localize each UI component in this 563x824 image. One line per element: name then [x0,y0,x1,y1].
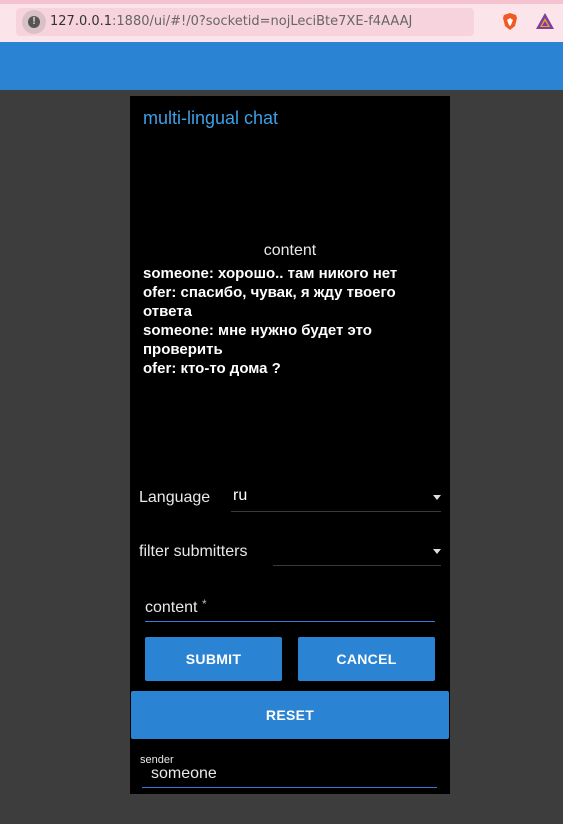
cancel-label: CANCEL [336,651,397,667]
browser-tab-strip [0,0,563,4]
site-info-icon[interactable]: ! [22,10,46,34]
sender-value: someone [151,765,217,782]
url-host: 127.0.0.1 [50,14,113,29]
url-text[interactable]: 127.0.0.1:1880/ui/#!/0?socketid=nojLeciB… [50,14,412,29]
language-select[interactable]: ru [231,484,441,512]
chat-message: someone: мне нужно будет это проверить [143,322,372,358]
submit-button[interactable]: SUBMIT [145,637,282,681]
extension-triangle-icon[interactable] [535,12,555,30]
sender-field[interactable]: someone [142,764,437,788]
browser-toolbar: ! 127.0.0.1:1880/ui/#!/0?socketid=nojLec… [0,0,563,42]
chevron-down-icon [433,549,441,554]
cancel-button[interactable]: CANCEL [298,637,435,681]
brave-shield-icon[interactable] [501,12,519,31]
submit-label: SUBMIT [185,651,242,667]
app-header-bar [0,42,563,90]
chevron-down-icon [433,495,441,500]
language-value: ru [233,487,248,504]
chat-message: ofer: спасибо, чувак, я жду твоего ответ… [143,284,396,320]
content-field[interactable]: * [145,596,435,622]
chat-message: ofer: кто-то дома ? [143,360,281,377]
filter-submitters-label: filter submitters [139,543,248,560]
url-path: :1880/ui/#!/0?socketid=nojLeciBte7XE-f4A… [112,14,413,29]
message-list: someone: хорошо.. там никого нет ofer: с… [143,264,423,378]
reset-button[interactable]: RESET [131,691,449,739]
exclamation-icon: ! [28,16,40,28]
chat-message: someone: хорошо.. там никого нет [143,265,398,282]
reset-label: RESET [265,707,315,723]
filter-submitters-select[interactable] [273,538,441,566]
required-mark: * [202,597,207,611]
content-heading: content [263,242,317,259]
language-label: Language [139,489,211,506]
content-input[interactable] [145,596,435,620]
chat-panel: multi-lingual chat content someone: хоро… [130,96,450,794]
panel-title: multi-lingual chat [143,108,279,128]
